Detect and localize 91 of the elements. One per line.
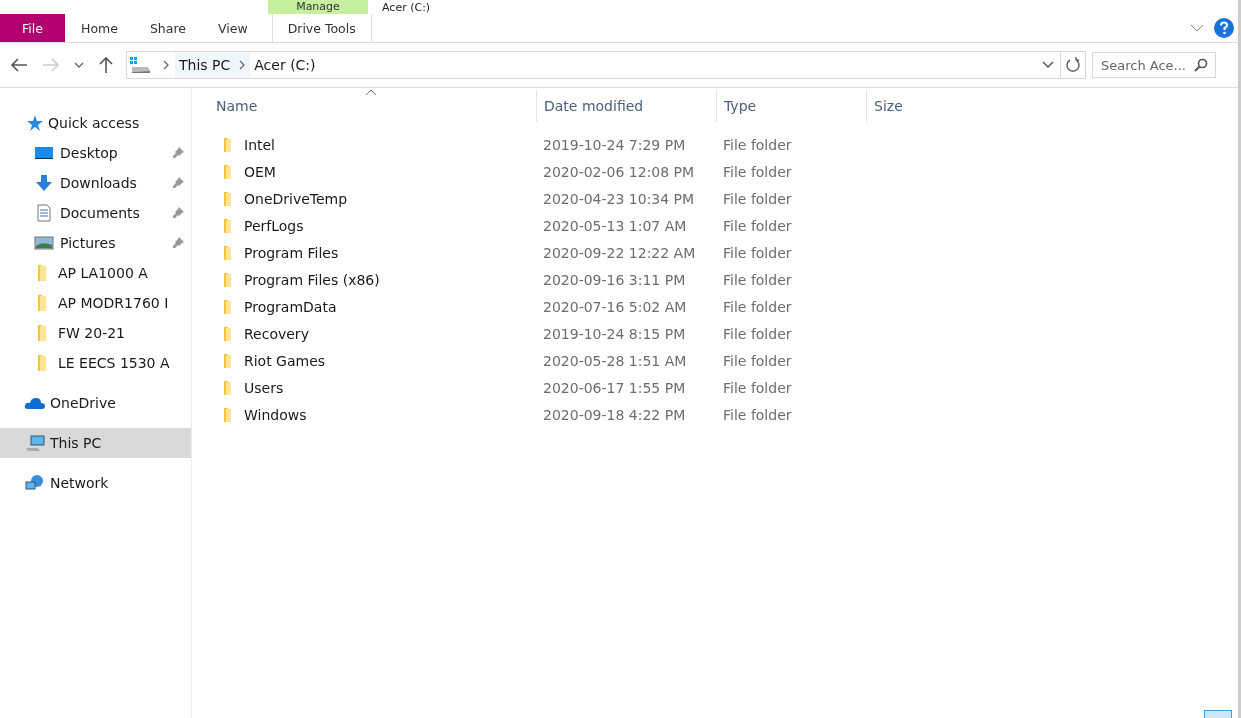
- contextual-group-label: Manage: [268, 0, 368, 14]
- column-header[interactable]: Type: [716, 90, 866, 122]
- file-type: File folder: [723, 352, 792, 369]
- date-modified: 2020-05-28 1:51 AM: [543, 352, 687, 369]
- file-type: File folder: [723, 406, 792, 423]
- date-modified: 2020-09-22 12:22 AM: [543, 244, 696, 261]
- file-name[interactable]: Riot Games: [244, 352, 326, 369]
- folder-icon: [224, 164, 231, 179]
- folder-icon: [224, 245, 231, 260]
- sidebar-item[interactable]: AP MODR1760 I: [0, 288, 191, 318]
- sidebar-item[interactable]: LE EECS 1530 A: [0, 348, 191, 378]
- date-modified: 2019-10-24 7:29 PM: [543, 136, 686, 153]
- file-type: File folder: [723, 298, 792, 315]
- chevron-right-icon[interactable]: [239, 60, 246, 70]
- desktop-icon: [34, 145, 54, 161]
- folder-icon: [224, 407, 231, 422]
- sidebar-item[interactable]: Downloads: [0, 168, 191, 198]
- drive-icon: [129, 56, 151, 74]
- sort-caret-icon: [365, 89, 377, 96]
- document-icon: [34, 204, 54, 222]
- file-name[interactable]: Windows: [244, 406, 307, 423]
- sidebar-item[interactable]: FW 20-21: [0, 318, 191, 348]
- computer-icon: [24, 434, 46, 452]
- sidebar-item[interactable]: Pictures: [0, 228, 191, 258]
- file-type: File folder: [723, 325, 792, 342]
- date-modified: 2019-10-24 8:15 PM: [543, 325, 686, 342]
- file-type: File folder: [723, 163, 792, 180]
- file-name[interactable]: Program Files (x86): [244, 271, 380, 288]
- sidebar-item[interactable]: OneDrive: [0, 388, 191, 418]
- file-name[interactable]: Recovery: [244, 325, 309, 342]
- date-modified: 2020-05-13 1:07 AM: [543, 217, 687, 234]
- search-field[interactable]: Search Ace...: [1092, 52, 1216, 78]
- up-arrow-icon[interactable]: [98, 56, 114, 74]
- down-arrow-icon: [34, 174, 54, 192]
- back-arrow-icon[interactable]: [10, 57, 28, 73]
- date-modified: 2020-06-17 1:55 PM: [543, 379, 686, 396]
- date-modified: 2020-04-23 10:34 PM: [543, 190, 695, 207]
- folder-icon: [224, 353, 231, 368]
- column-header[interactable]: Name: [216, 90, 536, 122]
- refresh-icon[interactable]: [1065, 57, 1081, 73]
- file-type: File folder: [723, 244, 792, 261]
- folder-icon: [38, 325, 46, 341]
- network-icon: [24, 474, 46, 492]
- file-name[interactable]: ProgramData: [244, 298, 337, 315]
- sidebar-item[interactable]: This PC: [0, 428, 191, 458]
- sidebar-item[interactable]: Documents: [0, 198, 191, 228]
- cloud-icon: [24, 395, 46, 411]
- window-title: Acer (C:): [382, 1, 431, 14]
- chevron-down-icon[interactable]: [1190, 23, 1204, 33]
- address-bar[interactable]: This PC Acer (C:): [126, 51, 1086, 79]
- folder-icon: [224, 380, 231, 395]
- folder-icon: [224, 272, 231, 287]
- date-modified: 2020-09-16 3:11 PM: [543, 271, 686, 288]
- file-type: File folder: [723, 271, 792, 288]
- picture-icon: [34, 235, 54, 251]
- ribbon-tab[interactable]: Drive Tools: [271, 14, 372, 42]
- file-name[interactable]: Intel: [244, 136, 275, 153]
- sidebar-item[interactable]: AP LA1000 A: [0, 258, 191, 288]
- file-name[interactable]: OEM: [244, 163, 276, 180]
- sidebar-item[interactable]: Network: [0, 468, 191, 498]
- date-modified: 2020-02-06 12:08 PM: [543, 163, 695, 180]
- file-name[interactable]: Program Files: [244, 244, 339, 261]
- ribbon-tab[interactable]: File: [0, 14, 65, 42]
- search-icon: [1194, 58, 1208, 72]
- breadcrumb[interactable]: This PC: [175, 52, 235, 78]
- file-type: File folder: [723, 217, 792, 234]
- folder-icon: [38, 355, 46, 371]
- breadcrumb[interactable]: Acer (C:): [250, 52, 320, 78]
- date-modified: 2020-09-18 4:22 PM: [543, 406, 686, 423]
- file-name[interactable]: PerfLogs: [244, 217, 304, 234]
- folder-icon: [224, 137, 231, 152]
- file-type: File folder: [723, 379, 792, 396]
- column-header[interactable]: Date modified: [536, 90, 716, 122]
- chevron-right-icon[interactable]: [163, 60, 169, 70]
- chevron-down-icon[interactable]: [74, 61, 84, 69]
- folder-icon: [38, 265, 46, 281]
- date-modified: 2020-07-16 5:02 AM: [543, 298, 687, 315]
- help-icon[interactable]: [1214, 18, 1234, 38]
- folder-icon: [38, 295, 46, 311]
- folder-icon: [224, 218, 231, 233]
- chevron-down-icon[interactable]: [1042, 61, 1054, 69]
- file-type: File folder: [723, 190, 792, 207]
- sidebar-item[interactable]: Desktop: [0, 138, 191, 168]
- sidebar-item[interactable]: Quick access: [0, 108, 191, 138]
- file-name[interactable]: OneDriveTemp: [244, 190, 348, 207]
- folder-icon: [224, 326, 231, 341]
- folder-icon: [224, 299, 231, 314]
- folder-icon: [224, 191, 231, 206]
- column-header[interactable]: Size: [866, 90, 966, 122]
- file-type: File folder: [723, 136, 792, 153]
- file-name[interactable]: Users: [244, 379, 284, 396]
